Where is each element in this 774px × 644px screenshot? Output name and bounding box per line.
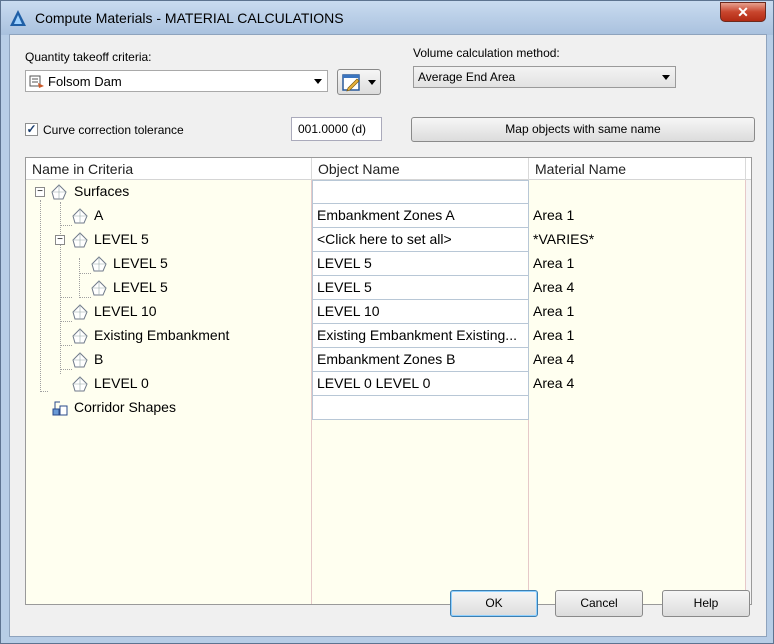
header-name-in-criteria[interactable]: Name in Criteria	[26, 158, 312, 180]
volume-method-select[interactable]: Average End Area	[413, 66, 676, 88]
dropdown-arrow-icon[interactable]	[368, 80, 376, 85]
chevron-down-icon[interactable]	[662, 75, 670, 80]
material-cell[interactable]: Area 4	[529, 372, 578, 396]
civil3d-app-icon	[10, 10, 26, 26]
object-cell[interactable]: LEVEL 10	[312, 300, 529, 324]
material-cell[interactable]	[529, 396, 537, 420]
tree-row-level5-a[interactable]: LEVEL 5 LEVEL 5 Area 1	[26, 252, 751, 276]
close-button[interactable]: ✕	[720, 2, 766, 22]
object-cell[interactable]	[312, 396, 529, 420]
curve-correction-label: Curve correction tolerance	[43, 123, 184, 137]
collapse-toggle-icon[interactable]: −	[35, 187, 45, 197]
criteria-value: Folsom Dam	[48, 74, 122, 89]
material-cell[interactable]: Area 4	[529, 348, 578, 372]
collapse-toggle-icon[interactable]: −	[55, 235, 65, 245]
tree-row-level5-group[interactable]: − LEVEL 5 <Click here to set all> *VARIE…	[26, 228, 751, 252]
surface-icon	[51, 184, 67, 200]
help-button[interactable]: Help	[662, 590, 750, 617]
tree-row-level0[interactable]: LEVEL 0 LEVEL 0 LEVEL 0 Area 4	[26, 372, 751, 396]
row-name: LEVEL 5	[94, 231, 149, 247]
dialog-body: Quantity takeoff criteria: Folsom Dam Vo…	[9, 34, 767, 637]
window-title: Compute Materials - MATERIAL CALCULATION…	[35, 10, 344, 26]
title-bar[interactable]: Compute Materials - MATERIAL CALCULATION…	[1, 1, 773, 35]
chevron-down-icon[interactable]	[314, 79, 322, 84]
surface-icon	[72, 328, 88, 344]
material-cell[interactable]: Area 1	[529, 324, 578, 348]
criteria-icon	[29, 75, 44, 88]
row-name: A	[94, 207, 104, 223]
material-cell[interactable]: Area 1	[529, 204, 578, 228]
criteria-select[interactable]: Folsom Dam	[25, 70, 328, 92]
surface-icon	[72, 208, 88, 224]
volume-method-value: Average End Area	[418, 70, 516, 84]
object-cell[interactable]	[312, 180, 529, 204]
tree-row-corridor-shapes[interactable]: Corridor Shapes	[26, 396, 751, 420]
row-name: LEVEL 10	[94, 303, 157, 319]
row-name: Surfaces	[74, 183, 130, 199]
cancel-button[interactable]: Cancel	[555, 590, 643, 617]
row-name: LEVEL 5	[113, 279, 168, 295]
edit-pencil-icon	[342, 74, 360, 92]
grid-header: Name in Criteria Object Name Material Na…	[26, 158, 751, 180]
object-cell[interactable]: Existing Embankment Existing...	[312, 324, 529, 348]
curve-correction-checkbox[interactable]: ✓	[25, 123, 38, 136]
corridor-shapes-icon	[52, 401, 68, 416]
tree-row-b[interactable]: B Embankment Zones B Area 4	[26, 348, 751, 372]
object-cell[interactable]: LEVEL 5	[312, 276, 529, 300]
edit-criteria-button[interactable]	[337, 69, 381, 95]
tree-row-a[interactable]: A Embankment Zones A Area 1	[26, 204, 751, 228]
materials-grid: Name in Criteria Object Name Material Na…	[25, 157, 752, 605]
material-cell[interactable]: Area 1	[529, 300, 578, 324]
surface-icon	[72, 232, 88, 248]
criteria-label: Quantity takeoff criteria:	[25, 50, 152, 64]
material-cell[interactable]: *VARIES*	[529, 228, 598, 252]
object-cell[interactable]: LEVEL 5	[312, 252, 529, 276]
material-cell[interactable]: Area 1	[529, 252, 578, 276]
surface-icon	[72, 304, 88, 320]
material-cell[interactable]	[529, 180, 537, 204]
dialog-window: Compute Materials - MATERIAL CALCULATION…	[0, 0, 774, 644]
surface-icon	[72, 352, 88, 368]
header-object-name[interactable]: Object Name	[312, 158, 529, 180]
object-cell[interactable]: Embankment Zones B	[312, 348, 529, 372]
row-name: Existing Embankment	[94, 327, 230, 343]
tree-row-level10[interactable]: LEVEL 10 LEVEL 10 Area 1	[26, 300, 751, 324]
row-name: LEVEL 0	[94, 375, 149, 391]
row-name: B	[94, 351, 104, 367]
tree-row-level5-b[interactable]: LEVEL 5 LEVEL 5 Area 4	[26, 276, 751, 300]
object-cell[interactable]: <Click here to set all>	[312, 228, 529, 252]
row-name: LEVEL 5	[113, 255, 168, 271]
surface-icon	[72, 376, 88, 392]
ok-button[interactable]: OK	[450, 590, 538, 617]
tree-row-surfaces[interactable]: − Surfaces	[26, 180, 751, 204]
curve-tolerance-input[interactable]: 001.0000 (d)	[291, 117, 382, 141]
tree-row-existing-embankment[interactable]: Existing Embankment Existing Embankment …	[26, 324, 751, 348]
volume-label: Volume calculation method:	[413, 46, 560, 60]
surface-icon	[91, 280, 107, 296]
row-name: Corridor Shapes	[74, 399, 176, 415]
material-cell[interactable]: Area 4	[529, 276, 578, 300]
header-material-name[interactable]: Material Name	[529, 158, 746, 180]
surface-icon	[91, 256, 107, 272]
map-objects-button[interactable]: Map objects with same name	[411, 117, 755, 142]
object-cell[interactable]: Embankment Zones A	[312, 204, 529, 228]
object-cell[interactable]: LEVEL 0 LEVEL 0	[312, 372, 529, 396]
